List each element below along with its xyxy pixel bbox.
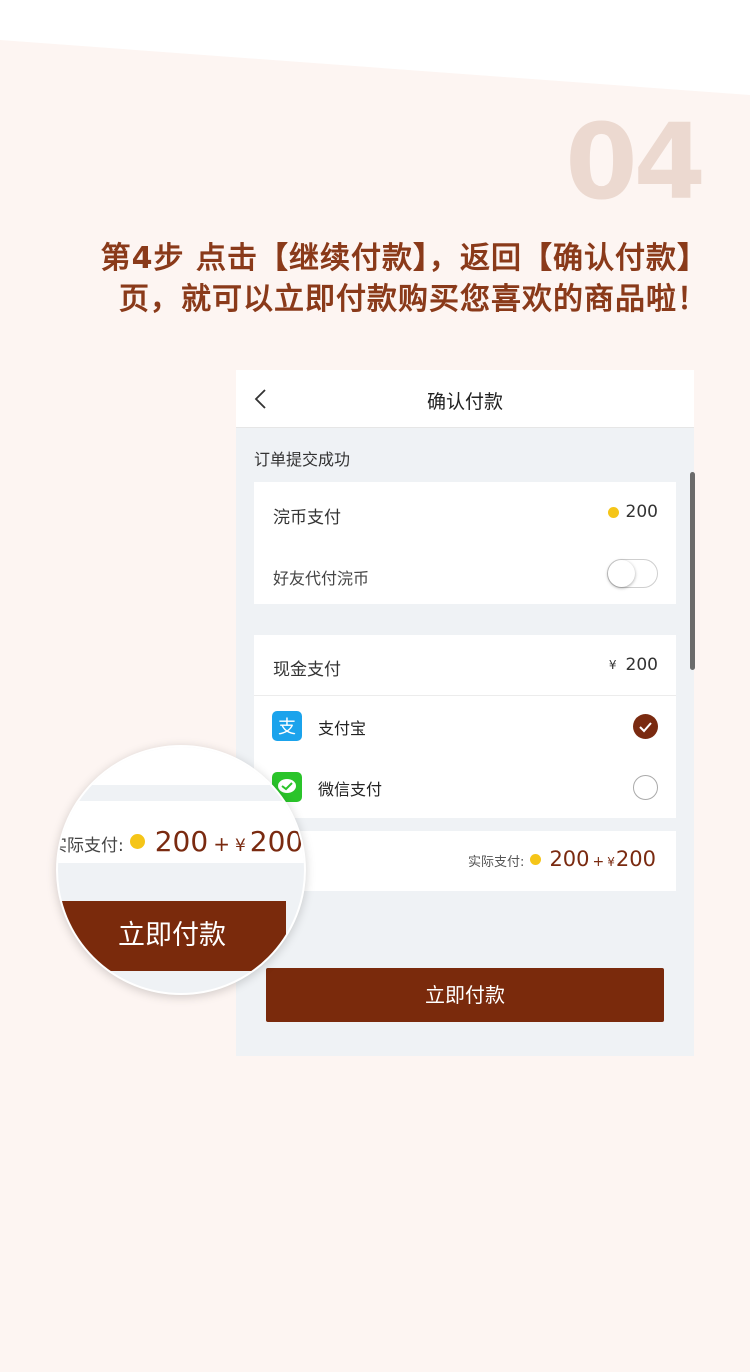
- magnified-total: 实际支付: 200 + ¥ 200: [56, 825, 304, 858]
- alipay-icon: 支: [272, 711, 302, 741]
- magnified-pay-now-button: 立即付款: [58, 901, 286, 971]
- page-title: 确认付款: [426, 391, 503, 413]
- cash-payment-amount: ¥ 200: [609, 655, 658, 675]
- order-status: 订单提交成功: [254, 450, 351, 469]
- toggle-knob: [608, 560, 635, 587]
- wechat-radio[interactable]: [633, 775, 658, 800]
- friend-pay-label: 好友代付浣币: [273, 569, 370, 588]
- total-cash: 200: [615, 847, 656, 871]
- currency-symbol: ¥: [234, 836, 246, 856]
- coin-payment-card: 浣币支付 200 好友代付浣币: [254, 482, 676, 604]
- nav-bar: 确认付款: [236, 370, 694, 428]
- cash-payment-value: 200: [625, 655, 658, 675]
- total-label: 实际支付:: [468, 855, 525, 870]
- phone-screen: 确认付款 订单提交成功 浣币支付 200 好友代付浣币 现金支付 ¥ 200 支…: [236, 370, 694, 1056]
- divider: [254, 695, 676, 696]
- svg-text:支: 支: [278, 717, 296, 738]
- payment-method-alipay[interactable]: 支付宝: [318, 715, 366, 739]
- alipay-radio-checked[interactable]: [633, 714, 658, 739]
- pay-now-button[interactable]: 立即付款: [266, 968, 664, 1022]
- top-header-band: [0, 0, 750, 100]
- friend-pay-toggle[interactable]: [607, 559, 658, 588]
- magnifier-callout: 实际支付: 200 + ¥ 200 立即付款: [56, 745, 306, 995]
- coin-payment-amount: 200: [607, 502, 658, 522]
- step-instruction: 第4步 点击【继续付款】，返回【确认付款】页，就可以立即付款购买您喜欢的商品啦！: [100, 241, 708, 317]
- total-coins: 200: [154, 825, 209, 858]
- coin-payment-label: 浣币支付: [273, 508, 341, 528]
- cash-payment-card: 现金支付 ¥ 200 支 支付宝 微信支付: [254, 635, 676, 818]
- payment-method-wechat[interactable]: 微信支付: [318, 776, 382, 800]
- total-card: 实际支付: 200 + ¥ 200: [254, 831, 676, 891]
- plus-sign: +: [213, 832, 230, 856]
- total-cash: 200: [249, 825, 304, 858]
- coin-icon: [530, 853, 542, 865]
- plus-sign: +: [592, 854, 605, 870]
- magnified-strip: [58, 747, 304, 785]
- total-coins: 200: [549, 847, 590, 871]
- total-amount: 实际支付: 200 + ¥ 200: [468, 847, 656, 871]
- coin-icon: [129, 834, 145, 849]
- currency-symbol: ¥: [608, 658, 617, 672]
- currency-symbol: ¥: [607, 855, 615, 869]
- total-label: 实际支付:: [56, 836, 124, 856]
- coin-icon: [607, 506, 619, 518]
- cash-payment-label: 现金支付: [273, 660, 341, 680]
- scrollbar[interactable]: [690, 472, 695, 670]
- step-number: 04: [565, 101, 706, 223]
- coin-payment-value: 200: [625, 502, 658, 522]
